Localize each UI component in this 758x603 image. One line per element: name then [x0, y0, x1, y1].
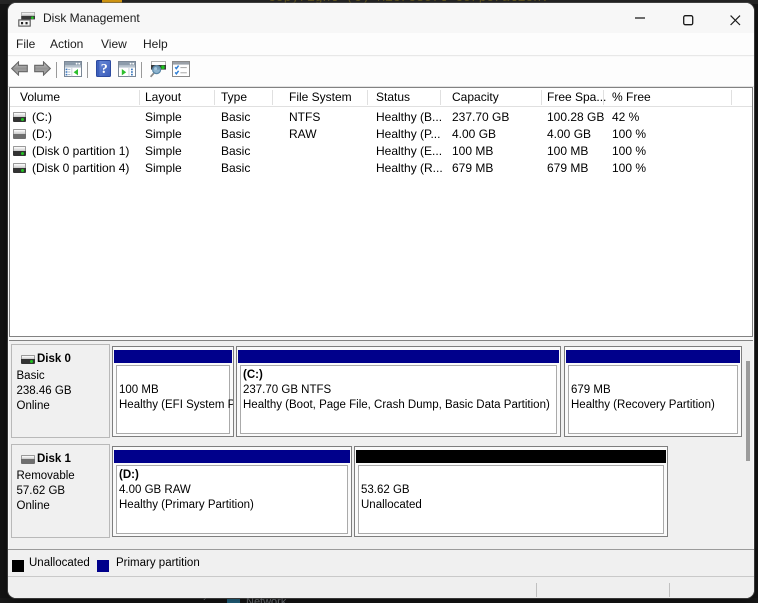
svg-text:?: ?: [101, 62, 108, 77]
